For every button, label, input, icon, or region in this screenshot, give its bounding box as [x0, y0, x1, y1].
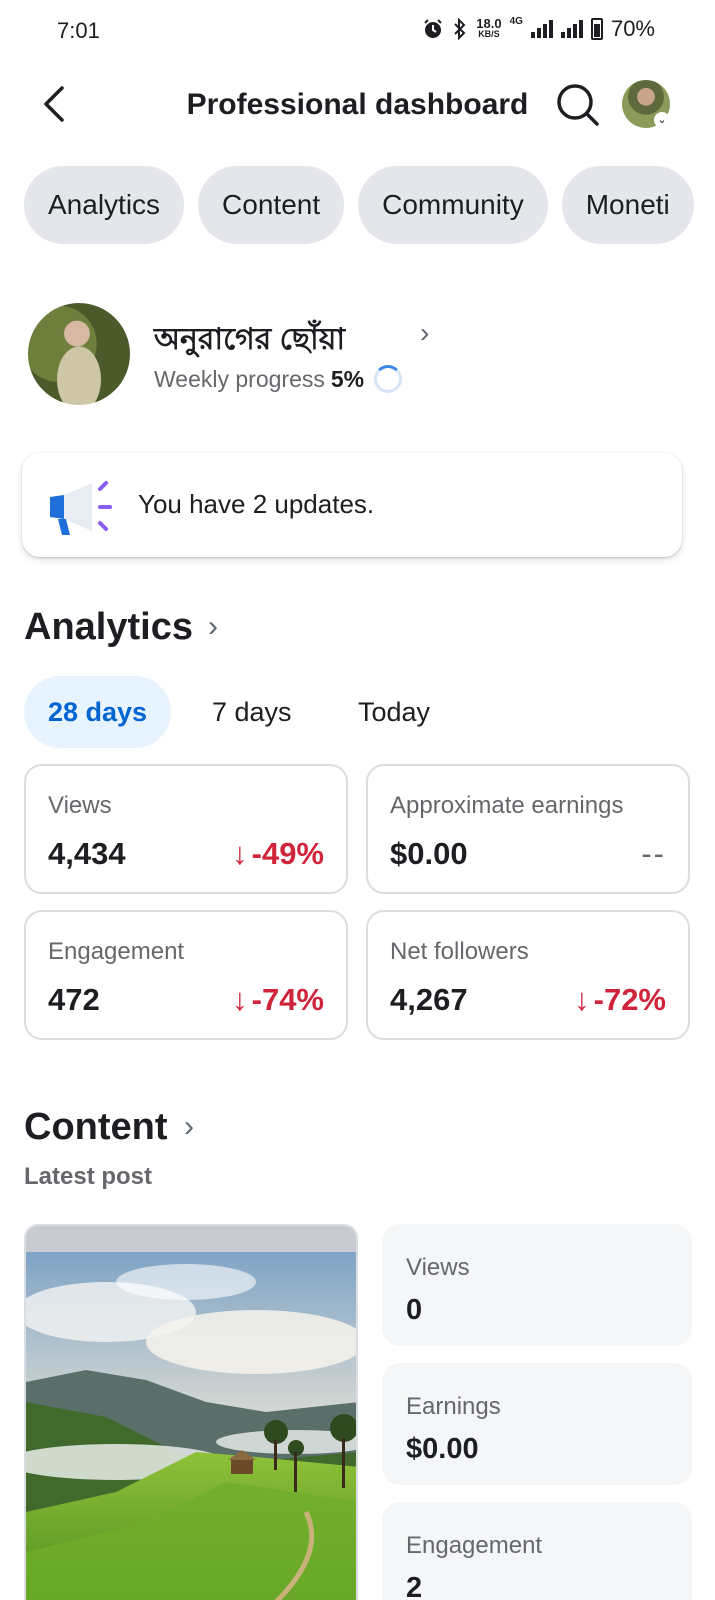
tab-bar: Analytics Content Community Moneti: [24, 166, 715, 244]
analytics-chevron-icon[interactable]: ›: [208, 610, 218, 644]
down-arrow-icon: ↓: [232, 982, 248, 1017]
stat-label: Engagement: [406, 1532, 543, 1559]
metric-card-engagement[interactable]: Engagement 472 ↓ -74%: [24, 910, 348, 1040]
down-arrow-icon: ↓: [232, 836, 248, 871]
metric-change-value: -74%: [251, 982, 324, 1017]
net-speed: 18.0 KB/S: [476, 16, 502, 39]
latest-post-thumbnail[interactable]: [24, 1224, 358, 1600]
net-speed-value: 18.0: [476, 16, 502, 31]
page-title: Professional dashboard: [186, 88, 529, 121]
profile-avatar: [28, 303, 130, 405]
net-speed-unit: KB/S: [478, 29, 500, 39]
range-selector: 28 days 7 days Today: [24, 676, 684, 748]
tab-analytics[interactable]: Analytics: [24, 166, 185, 244]
status-bar: 7:01 18.0 KB/S 4G 70%: [0, 0, 715, 64]
metric-label: Engagement: [48, 938, 185, 965]
metric-change: ↓ -74%: [232, 982, 324, 1018]
range-28-days[interactable]: 28 days: [24, 676, 172, 748]
metric-value: 4,434: [48, 836, 126, 871]
metric-card-earnings[interactable]: Approximate earnings $0.00 --: [366, 764, 690, 894]
tab-monetization[interactable]: Moneti: [561, 166, 694, 244]
stat-value: $0.00: [406, 1433, 479, 1465]
tab-community[interactable]: Community: [358, 166, 548, 244]
metric-change-value: --: [641, 836, 666, 871]
stat-label: Earnings: [406, 1393, 501, 1420]
metric-change: ↓ -49%: [232, 836, 324, 872]
chevron-down-icon: ⌄: [654, 112, 670, 128]
metric-change-value: -72%: [593, 982, 666, 1017]
battery-level: 70%: [610, 16, 655, 41]
latest-post-label: Latest post: [24, 1163, 153, 1190]
tab-content[interactable]: Content: [198, 166, 345, 244]
weekly-progress: Weekly progress 5%: [154, 365, 403, 393]
post-stat-earnings: Earnings $0.00: [382, 1363, 692, 1485]
stat-label: Views: [406, 1254, 470, 1281]
megaphone-icon: [50, 481, 112, 535]
search-icon: [557, 84, 599, 126]
battery-icon: [590, 18, 603, 40]
profile-name: অনুরাগের ছোঁয়া: [154, 323, 346, 356]
post-stat-engagement: Engagement 2: [382, 1502, 692, 1600]
search-button[interactable]: [555, 82, 601, 128]
metric-label: Net followers: [390, 938, 529, 965]
metric-change: ↓ -72%: [574, 982, 666, 1018]
account-switcher-button[interactable]: ⌄: [622, 80, 672, 130]
stat-value: 0: [406, 1294, 423, 1326]
status-icons: 18.0 KB/S 4G 70%: [422, 16, 655, 42]
metric-value: 4,267: [390, 982, 468, 1017]
weekly-progress-label: Weekly progress: [154, 365, 325, 392]
updates-text: You have 2 updates.: [138, 489, 375, 519]
status-time: 7:01: [57, 18, 100, 43]
landscape-image: [26, 1252, 356, 1600]
stat-value: 2: [406, 1572, 423, 1600]
down-arrow-icon: ↓: [574, 982, 590, 1017]
metric-value: $0.00: [390, 836, 468, 871]
post-stat-views: Views 0: [382, 1224, 692, 1346]
network-type: 4G: [509, 16, 523, 27]
bluetooth-icon: [454, 18, 466, 40]
weekly-progress-value: 5%: [330, 365, 365, 392]
metric-label: Views: [48, 792, 112, 819]
signal-icon-2: [560, 20, 583, 38]
metric-card-net-followers[interactable]: Net followers 4,267 ↓ -72%: [366, 910, 690, 1040]
content-title[interactable]: Content: [24, 1106, 168, 1149]
updates-card[interactable]: You have 2 updates.: [22, 453, 682, 557]
progress-ring-icon: [374, 365, 403, 393]
range-7-days[interactable]: 7 days: [212, 676, 292, 748]
metric-label: Approximate earnings: [390, 792, 624, 819]
header: Professional dashboard ⌄: [0, 70, 715, 142]
profile-summary[interactable]: অনুরাগের ছোঁয়া › Weekly progress 5%: [28, 303, 688, 407]
metric-card-views[interactable]: Views 4,434 ↓ -49%: [24, 764, 348, 894]
content-chevron-icon[interactable]: ›: [184, 1110, 194, 1144]
metric-value: 472: [48, 982, 100, 1017]
metric-change: --: [641, 836, 666, 872]
range-today[interactable]: Today: [358, 676, 430, 748]
analytics-title[interactable]: Analytics: [24, 606, 193, 649]
thumbnail-header-strip: [26, 1226, 356, 1252]
chevron-right-icon: ›: [420, 317, 430, 348]
alarm-icon: [424, 19, 443, 38]
signal-icon: [530, 20, 553, 38]
metric-change-value: -49%: [251, 836, 324, 871]
